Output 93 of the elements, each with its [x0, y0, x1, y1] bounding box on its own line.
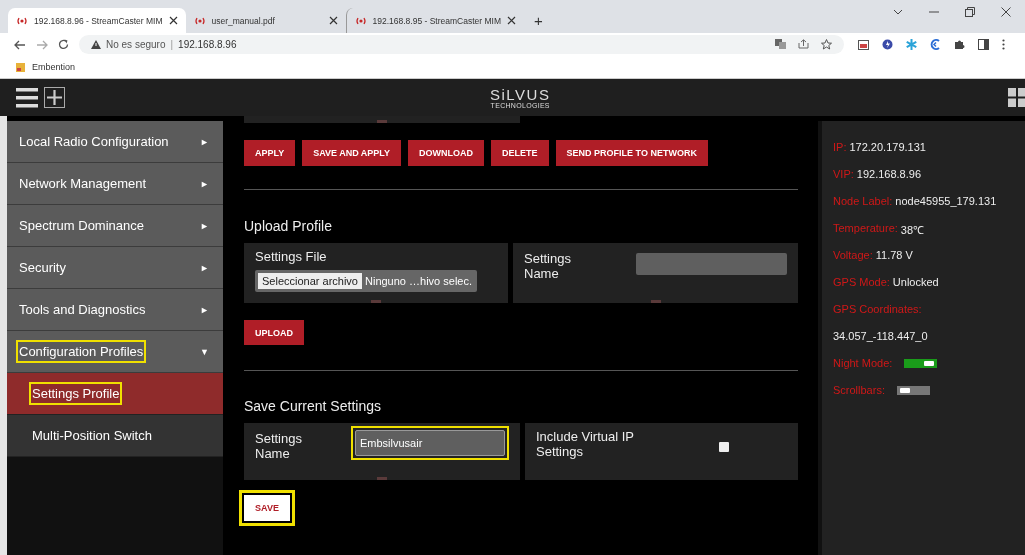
sidebar-subitem[interactable]: Multi-Position Switch [7, 415, 223, 457]
input-field[interactable] [636, 253, 787, 275]
sidebar-item[interactable]: Configuration Profiles ▼ [7, 331, 223, 373]
arrow-glyph: ► [200, 304, 209, 315]
star-icon[interactable] [821, 39, 832, 50]
status-label: Temperature: [833, 222, 898, 234]
action-button[interactable]: SAVE AND APPLY [302, 140, 402, 166]
close-icon[interactable] [328, 16, 338, 25]
grip-mark [377, 477, 387, 480]
close-icon[interactable] [168, 16, 178, 25]
arrow-glyph: ▼ [200, 346, 209, 357]
asterisk-icon[interactable] [906, 39, 917, 50]
radio-wave-icon [16, 15, 28, 26]
browser-tab[interactable]: 192.168.8.95 - StreamCaster MIM [345, 8, 525, 33]
status-value: 38℃ [900, 223, 925, 237]
address-bar[interactable]: No es seguro | 192.168.8.96 [79, 35, 844, 54]
status-value: Unlocked [892, 276, 939, 288]
sidebar-item[interactable]: Security ► [7, 247, 223, 289]
tab-title: 192.168.8.96 - StreamCaster MIM [34, 15, 163, 26]
reload-icon[interactable] [58, 39, 69, 50]
arrow-glyph: ► [200, 262, 209, 273]
sidebar-panel-icon[interactable] [978, 39, 989, 50]
restore-icon[interactable] [965, 6, 975, 17]
security-label: No es seguro [106, 39, 166, 50]
section-title: Upload Profile [244, 218, 333, 234]
browser-tab[interactable]: user_manual.pdf [185, 8, 346, 33]
status-value: 192.168.8.96 [856, 168, 922, 180]
bookmark[interactable]: Embention [16, 62, 76, 72]
status-value: 11.78 V [875, 249, 913, 261]
section-title: Save Current Settings [244, 398, 382, 414]
status-label: Voltage: [833, 249, 873, 261]
warning-icon [91, 40, 101, 49]
status-value: 172.20.179.131 [849, 141, 926, 153]
puzzle-icon[interactable] [954, 39, 965, 50]
action-button[interactable]: APPLY [244, 140, 296, 166]
chevron-down-icon[interactable] [893, 8, 903, 15]
browser-tab[interactable]: 192.168.8.96 - StreamCaster MIM [8, 8, 186, 33]
status-label: VIP: [833, 168, 854, 180]
action-button[interactable]: DELETE [491, 140, 549, 166]
radio-wave-icon [354, 15, 367, 26]
url-text: 192.168.8.96 [178, 39, 237, 50]
field-label: Settings Name [255, 431, 303, 461]
sidebar-subitem[interactable]: Settings Profile [7, 373, 223, 415]
sidebar-item[interactable]: Network Management ► [7, 163, 223, 205]
upload-button[interactable]: UPLOAD [244, 320, 304, 345]
folder-icon [16, 62, 25, 72]
status-label: Scrollbars: [833, 384, 885, 396]
grip-mark [377, 120, 387, 123]
file-status: Ninguno …hivo selec. [365, 275, 472, 287]
toggle-switch[interactable] [896, 386, 930, 395]
field-label: Settings File [255, 249, 328, 264]
action-button[interactable]: SEND PROFILE TO NETWORK [555, 140, 708, 166]
status-label: GPS Coordinates: [833, 303, 922, 315]
checkbox[interactable] [719, 442, 729, 452]
lightning-circle-icon[interactable] [882, 39, 893, 50]
field-label: Settings Name [524, 251, 572, 281]
toggle-switch[interactable] [904, 359, 938, 368]
action-button[interactable]: DOWNLOAD [408, 140, 485, 166]
menu-icon[interactable] [16, 87, 38, 108]
window-icon[interactable] [858, 39, 869, 50]
translate-icon[interactable] [775, 39, 786, 49]
status-value: 34.057_-118.447_0 [833, 330, 928, 342]
c-shape-icon[interactable] [930, 39, 941, 50]
more-vertical-icon[interactable] [1002, 39, 1005, 50]
status-label: Night Mode: [833, 357, 893, 369]
separator-text: | [170, 39, 174, 50]
grid-icon[interactable] [1008, 88, 1025, 107]
arrow-glyph: ► [200, 136, 209, 147]
status-label: Node Label: [833, 195, 893, 207]
sidebar-item[interactable]: Tools and Diagnostics ► [7, 289, 223, 331]
arrow-glyph: ► [200, 178, 209, 189]
arrow-glyph: ► [200, 220, 209, 231]
status-label: IP: [833, 141, 847, 153]
choose-file-button[interactable]: Seleccionar archivo [258, 273, 362, 289]
back-arrow-icon[interactable] [14, 39, 26, 50]
field-label: Include Virtual IP Settings [536, 429, 635, 459]
tab-title: 192.168.8.95 - StreamCaster MIM [372, 15, 502, 26]
sidebar-item[interactable]: Local Radio Configuration ► [7, 121, 223, 163]
radio-wave-icon [193, 15, 206, 26]
grip-mark [650, 300, 661, 303]
share-icon[interactable] [798, 39, 809, 49]
new-tab-button[interactable]: + [534, 12, 543, 29]
sidebar-item[interactable]: Spectrum Dominance ► [7, 205, 223, 247]
tab-title: user_manual.pdf [211, 15, 276, 26]
save-button[interactable]: SAVE [242, 493, 292, 523]
close-icon[interactable] [1001, 6, 1011, 17]
file-picker[interactable]: Seleccionar archivo Ninguno …hivo selec. [255, 270, 477, 292]
grip-mark [371, 300, 381, 303]
status-label: GPS Mode: [833, 276, 890, 288]
input-field[interactable]: Embsilvusair [355, 430, 505, 456]
close-icon[interactable] [507, 16, 517, 25]
plus-box-icon[interactable] [44, 87, 65, 108]
status-value: node45955_179.131 [895, 195, 997, 207]
